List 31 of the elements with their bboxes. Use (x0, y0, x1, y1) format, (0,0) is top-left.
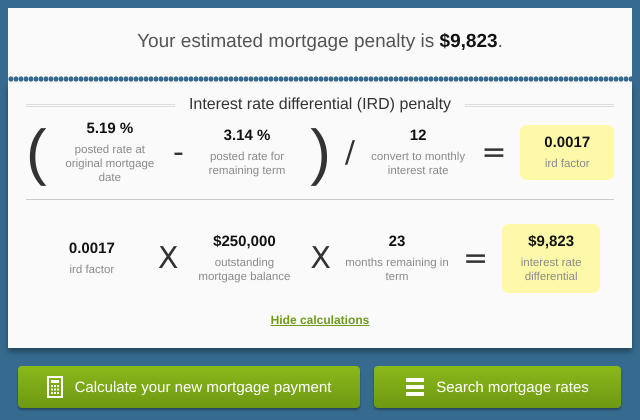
operator-sign: = (462, 241, 488, 276)
calculator-icon (46, 376, 63, 398)
caption-text: months remaining in term (344, 256, 449, 284)
caption-text: ird factor (69, 263, 114, 277)
value-text: 5.19 % (86, 120, 134, 137)
caption-text: posted rate for remaining term (208, 150, 286, 178)
caption-text: outstanding mortgage balance (197, 256, 292, 284)
operator-sign: X (310, 241, 331, 276)
value-text: 3.14 % (224, 127, 270, 144)
value-text: 12 (410, 127, 426, 144)
penalty-headline: Your estimated mortgage penalty is $9,823. (137, 31, 503, 53)
caption-text: convert to monthly interest rate (370, 150, 466, 178)
caption-text: interest rate differential (520, 256, 582, 284)
hide-calculations-link[interactable]: Hide calculations (270, 313, 370, 327)
operator-sign: = (481, 135, 506, 170)
calculate-payment-button[interactable]: Calculate your new mortgage payment (18, 366, 360, 408)
parenthesis: ( (26, 122, 47, 184)
operator-sign: X (158, 241, 178, 276)
operator-sign: - (173, 135, 184, 170)
parenthesis: ) (310, 122, 331, 184)
list-icon (406, 378, 424, 396)
caption-text: ird factor (544, 157, 590, 171)
value-text: 0.0017 (544, 134, 590, 151)
value-text: 23 (388, 233, 406, 250)
operator-sign: / (344, 135, 355, 170)
search-rates-button[interactable]: Search mortgage rates (374, 366, 621, 408)
value-text: 0.0017 (68, 240, 115, 257)
value-text: $9,823 (528, 233, 574, 250)
section-title: Interest rate differential (IRD) penalty (188, 96, 452, 114)
caption-text: posted rate at original mortgage date (64, 143, 156, 185)
value-text: $250,000 (213, 233, 276, 250)
